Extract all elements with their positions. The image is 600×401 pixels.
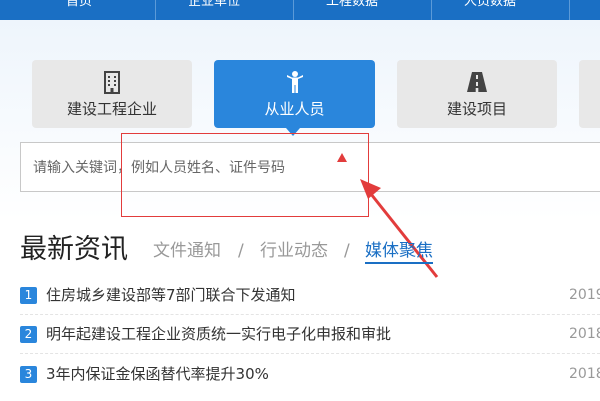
news-list-item[interactable]: 3 3年内保证金保函替代率提升30% 2018 — [20, 357, 600, 393]
annotation-highlight-box — [121, 133, 369, 217]
tab-label: 建设项目 — [446, 100, 507, 118]
nav-divider — [431, 0, 432, 20]
tab-construction-projects[interactable]: 建设项目 — [397, 60, 557, 128]
road-icon — [467, 72, 487, 92]
tab-label: 建设工程企业 — [66, 100, 157, 118]
tab-partial[interactable] — [579, 60, 600, 128]
nav-divider — [569, 0, 570, 20]
news-tab-separator: / — [344, 241, 350, 261]
nav-item-home[interactable]: 首页 — [66, 0, 92, 10]
news-item-number: 1 — [20, 287, 37, 304]
news-list-item[interactable]: 2 明年起建设工程企业资质统一实行电子化申报和审批 2018 — [20, 317, 600, 354]
top-nav: 首页 企业单位 工程数据 人员数据 — [0, 0, 600, 20]
annotation-arrow-icon — [360, 179, 439, 278]
nav-item-companies[interactable]: 企业单位 — [188, 0, 240, 10]
news-item-link[interactable]: 明年起建设工程企业资质统一实行电子化申报和审批 — [46, 324, 391, 344]
tab-label: 从业人员 — [264, 100, 325, 118]
tab-practitioners[interactable]: 从业人员 — [214, 60, 375, 128]
news-tab-notices[interactable]: 文件通知 — [153, 240, 221, 262]
news-tab-media[interactable]: 媒体聚焦 — [365, 240, 433, 264]
nav-item-personnel[interactable]: 人员数据 — [464, 0, 516, 10]
news-item-date: 2019 — [569, 287, 600, 303]
nav-divider — [155, 0, 156, 20]
person-icon — [286, 71, 303, 93]
news-item-number: 3 — [20, 366, 37, 383]
building-icon — [104, 71, 120, 94]
news-tab-industry[interactable]: 行业动态 — [260, 240, 328, 262]
news-section-title: 最新资讯 — [20, 234, 128, 265]
news-tab-separator: / — [238, 241, 244, 261]
news-item-date: 2018 — [569, 326, 600, 342]
annotation-marker-icon — [337, 153, 347, 162]
tab-construction-companies[interactable]: 建设工程企业 — [32, 60, 192, 128]
news-item-link[interactable]: 住房城乡建设部等7部门联合下发通知 — [46, 285, 296, 305]
news-item-date: 2018 — [569, 366, 600, 382]
nav-divider — [293, 0, 294, 20]
news-list-item[interactable]: 1 住房城乡建设部等7部门联合下发通知 2019 — [20, 278, 600, 315]
news-item-link[interactable]: 3年内保证金保函替代率提升30% — [46, 364, 269, 384]
news-item-number: 2 — [20, 326, 37, 343]
nav-item-projects[interactable]: 工程数据 — [326, 0, 378, 10]
